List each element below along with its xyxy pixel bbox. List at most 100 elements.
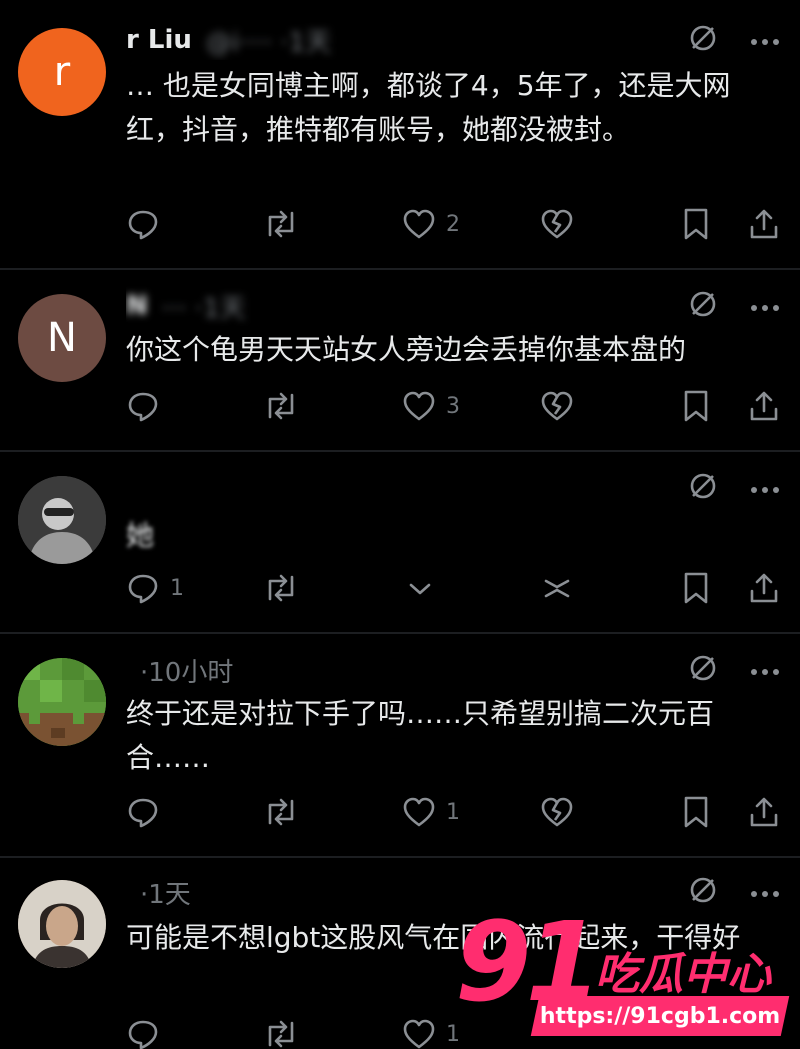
handle-and-time: ·10小时	[140, 657, 234, 688]
avatar-letter: N	[47, 315, 77, 361]
tweet-text: 你这个龟男天天站女人旁边会丢掉你基本盘的	[126, 333, 687, 366]
more-options-icon[interactable]	[750, 297, 780, 316]
display-name[interactable]: r Liu	[126, 25, 192, 55]
retweet-icon	[268, 574, 294, 602]
avatar[interactable]	[18, 880, 106, 968]
retweet-button[interactable]	[262, 204, 310, 244]
bookmark-icon	[684, 208, 708, 240]
tweet-header: N ··· ·1天	[126, 286, 646, 326]
tweet-header: r Liu @i···· ·1天	[126, 20, 646, 60]
like-button[interactable]	[406, 568, 434, 608]
bookmark-icon	[684, 796, 708, 828]
broken-heart-icon	[541, 391, 573, 421]
tweet[interactable]: N N ··· ·1天 你这个龟男天天站女人旁边会丢掉你基本盘的 3	[0, 270, 800, 452]
bookmark-icon	[684, 572, 708, 604]
profile-photo-icon	[18, 880, 106, 968]
share-icon	[750, 391, 778, 421]
handle-and-time: ·1天	[140, 879, 191, 910]
reply-button[interactable]	[126, 1014, 170, 1049]
like-count: 3	[446, 393, 460, 419]
more-options-icon[interactable]	[750, 661, 780, 680]
bookmark-icon	[684, 390, 708, 422]
bookmark-button[interactable]	[682, 204, 710, 244]
like-button[interactable]: 3	[402, 386, 460, 426]
more-options-icon[interactable]	[750, 479, 780, 498]
retweet-button[interactable]	[262, 386, 310, 426]
like-button[interactable]: 2	[402, 204, 460, 244]
like-button[interactable]: 1	[402, 1014, 460, 1049]
avatar[interactable]	[18, 476, 106, 564]
retweet-icon	[268, 210, 294, 238]
bookmark-button[interactable]	[682, 568, 710, 608]
tweet[interactable]: 她 1	[0, 452, 800, 634]
tweet-top-actions	[688, 468, 780, 508]
reply-button[interactable]	[126, 792, 170, 832]
reply-button[interactable]	[126, 204, 170, 244]
reply-icon	[128, 574, 158, 604]
heart-icon	[403, 1019, 435, 1049]
share-button[interactable]	[748, 204, 780, 244]
share-icon	[750, 209, 778, 239]
tweet-text: 终于还是对拉下手了吗……只希望别搞二次元百合……	[126, 697, 715, 774]
tweet-actions: 1	[126, 568, 780, 608]
grok-icon[interactable]	[688, 653, 718, 687]
broken-heart-icon	[541, 209, 573, 239]
avatar[interactable]: N	[18, 294, 106, 382]
reply-button[interactable]	[126, 386, 170, 426]
retweet-icon	[268, 1020, 294, 1048]
tweet-actions: 1	[126, 792, 780, 832]
dislike-button[interactable]	[540, 568, 574, 608]
more-options-icon[interactable]	[750, 883, 780, 902]
reply-icon	[128, 1020, 158, 1049]
reply-count: 1	[170, 575, 184, 601]
share-button[interactable]	[748, 792, 780, 832]
grok-icon[interactable]	[688, 23, 718, 57]
reply-icon	[128, 798, 158, 828]
handle-and-time: @i···· ·1天	[205, 27, 332, 58]
grok-icon[interactable]	[688, 471, 718, 505]
broken-heart-icon	[544, 579, 570, 598]
dislike-button[interactable]	[540, 204, 574, 244]
reply-icon	[128, 392, 158, 422]
grok-icon[interactable]	[688, 875, 718, 909]
display-name[interactable]: N	[126, 291, 148, 321]
retweet-button[interactable]	[262, 568, 300, 608]
bookmark-button[interactable]	[682, 386, 710, 426]
tweet-text: … 也是女同博主啊，都谈了4，5年了，还是大网红，抖音，推特都有账号，她都没被封…	[126, 69, 731, 146]
heart-icon	[403, 391, 435, 421]
handle-and-time: ··· ·1天	[161, 293, 246, 324]
share-icon	[750, 573, 778, 603]
dislike-button[interactable]	[540, 792, 574, 832]
tweet-feed: r r Liu @i···· ·1天 … 也是女同博主啊，都谈了4，5年了，还是…	[0, 0, 800, 1049]
grok-icon[interactable]	[688, 289, 718, 323]
reply-button[interactable]: 1	[126, 568, 184, 608]
tweet-header	[126, 468, 646, 508]
tweet-top-actions	[688, 286, 780, 326]
retweet-button[interactable]	[262, 792, 310, 832]
tweet-top-actions	[688, 650, 780, 690]
minecraft-block-icon	[18, 658, 106, 746]
tweet-actions: 3	[126, 386, 780, 426]
like-count: 2	[446, 211, 460, 237]
tweet-top-actions	[688, 20, 780, 60]
share-button[interactable]	[748, 386, 780, 426]
avatar-letter: r	[53, 49, 71, 95]
share-button[interactable]	[748, 568, 780, 608]
avatar[interactable]	[18, 658, 106, 746]
like-count: 1	[446, 799, 460, 825]
broken-heart-icon	[541, 797, 573, 827]
like-button[interactable]: 1	[402, 792, 460, 832]
tweet[interactable]: ·10小时 终于还是对拉下手了吗……只希望别搞二次元百合…… 1	[0, 634, 800, 858]
dislike-button[interactable]	[540, 386, 574, 426]
heart-icon	[403, 797, 435, 827]
more-options-icon[interactable]	[750, 31, 780, 50]
avatar[interactable]: r	[18, 28, 106, 116]
retweet-button[interactable]	[262, 1014, 310, 1049]
chevron-down-icon	[409, 583, 431, 595]
bookmark-button[interactable]	[682, 792, 710, 832]
tweet-text: 她	[126, 519, 155, 552]
tweet[interactable]: r r Liu @i···· ·1天 … 也是女同博主啊，都谈了4，5年了，还是…	[0, 0, 800, 270]
profile-photo-icon	[18, 476, 106, 564]
watermark-url-text: https://91cgb1.com	[539, 1003, 781, 1029]
watermark: 91 吃瓜中心 https://91cgb1.com	[455, 898, 790, 1038]
